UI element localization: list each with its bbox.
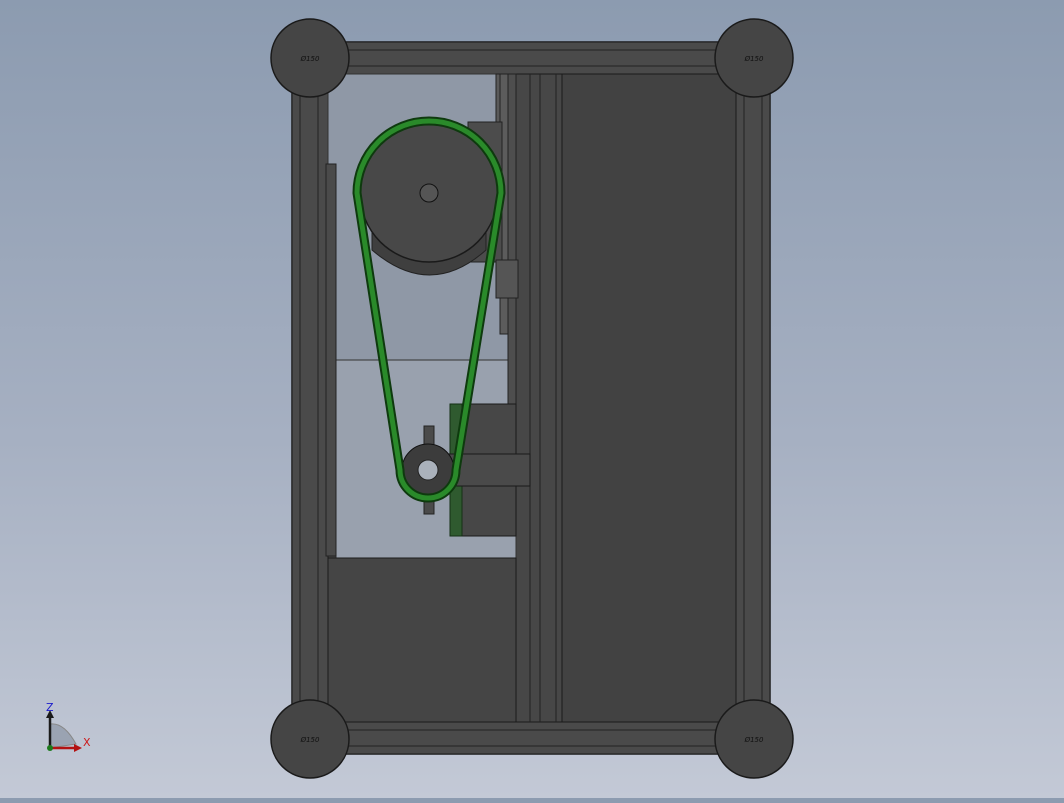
svg-text:Ø150: Ø150 — [300, 55, 320, 63]
svg-text:Ø150: Ø150 — [744, 736, 764, 744]
model-view[interactable]: Ø150 Ø150 Ø150 Ø150 Z X — [0, 0, 1064, 798]
foot-bottom-right: Ø150 — [714, 699, 794, 779]
graphics-viewport[interactable]: Ø150 Ø150 Ø150 Ø150 Z X — [0, 0, 1064, 798]
triad-plane — [49, 723, 77, 749]
foot-top-left: Ø150 — [270, 18, 350, 98]
x-axis-label: X — [83, 736, 91, 749]
foot-top-right: Ø150 — [714, 18, 794, 98]
pulley-hub — [419, 183, 439, 203]
svg-text:Ø150: Ø150 — [744, 55, 764, 63]
foot-bottom-left: Ø150 — [270, 699, 350, 779]
z-axis-label: Z — [46, 701, 54, 714]
orientation-triad[interactable]: Z X — [46, 701, 91, 752]
svg-text:Ø150: Ø150 — [300, 736, 320, 744]
